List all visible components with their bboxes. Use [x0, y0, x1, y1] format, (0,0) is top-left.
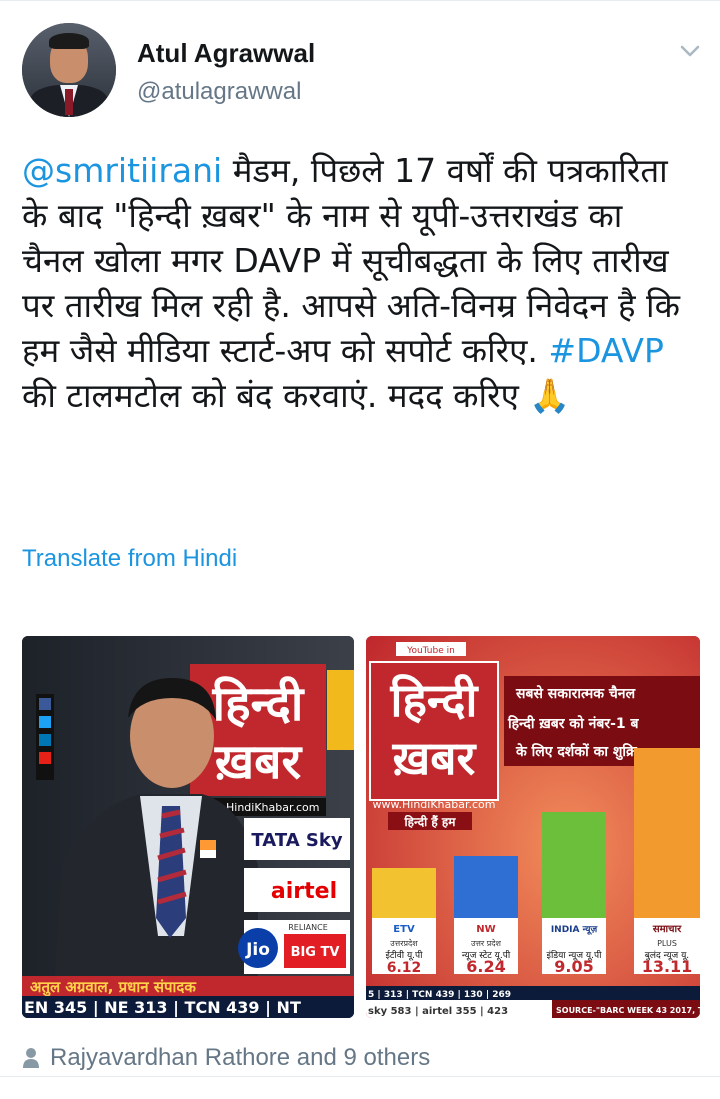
anchor-photo: हिन्दी ख़बर www.HindiKhabar.com TATA Sky… — [22, 636, 354, 1018]
bar-logo-samachar: समाचार — [652, 924, 682, 935]
hashtag-link[interactable]: #DAVP — [548, 331, 663, 370]
jio-text: Jio — [245, 940, 270, 960]
likes-row[interactable]: Rajyavardhan Rathore and 9 others — [22, 1044, 430, 1072]
source-text: SOURCE-"BARC WEEK 43 2017, TSV — [556, 1006, 700, 1015]
bar-value-etv: 6.12 — [387, 960, 422, 976]
ticker-text: 5 | 313 | TCN 439 | 130 | 269 — [368, 990, 511, 1000]
bottom-divider — [0, 1076, 720, 1077]
ticker-text: EN 345 | NE 313 | TCN 439 | NT — [24, 998, 301, 1018]
author-handle[interactable]: @atulagrawwal — [137, 78, 301, 106]
bigtv-text: BIG TV — [291, 945, 340, 960]
mention-link[interactable]: @smritiirani — [22, 151, 222, 190]
bar-logo-newsstate: NW — [476, 924, 495, 935]
headline-line3: के लिए दर्शकों का शुक्रि — [515, 743, 638, 761]
bar-logo-etv: ETV — [393, 924, 415, 935]
ticker-text-2: sky 583 | airtel 355 | 423 — [368, 1006, 508, 1017]
headline-line1: सबसे सकारात्मक चैनल — [515, 685, 636, 702]
top-icons-text: YouTube in — [406, 646, 455, 656]
airtel-text: airtel — [271, 879, 337, 904]
likes-text[interactable]: Rajyavardhan Rathore and 9 others — [50, 1044, 430, 1072]
reliance-text: RELIANCE — [288, 923, 328, 932]
avatar[interactable] — [22, 23, 116, 117]
chevron-down-icon[interactable] — [680, 44, 700, 58]
logo-url: www.HindiKhabar.com — [373, 798, 496, 811]
tweet-text: @smritiirani मैडम, पिछले 17 वर्षों की पत… — [22, 148, 692, 418]
top-divider — [0, 0, 720, 1]
bar-logo-indianews: INDIA न्यूज़ — [551, 925, 598, 935]
headline-line2: हिन्दी ख़बर को नंबर-1 ब — [507, 715, 640, 732]
tweet-image-right[interactable]: YouTube in हिन्दी ख़बर www.HindiKhabar.c… — [366, 636, 700, 1018]
logo-line1: हिन्दी — [212, 676, 305, 732]
tagline: हिन्दी हैं हम — [404, 815, 457, 829]
logo-line2: ख़बर — [214, 734, 304, 790]
folded-hands-emoji: 🙏 — [529, 376, 571, 415]
author-name[interactable]: Atul Agrawwal — [137, 38, 315, 69]
translate-link[interactable]: Translate from Hindi — [22, 545, 237, 573]
bar-value-indianews: 9.05 — [554, 957, 593, 976]
bar-value-newsstate: 6.24 — [466, 957, 505, 976]
ratings-infographic: YouTube in हिन्दी ख़बर www.HindiKhabar.c… — [366, 636, 700, 1018]
bar-sub-samachar: PLUS — [657, 939, 677, 948]
bar-sub-etv: उत्तरप्रदेश — [390, 938, 418, 948]
person-icon — [23, 1048, 39, 1068]
logo-line2: ख़बर — [392, 731, 478, 785]
tweet-text-part: की टालमटोल को बंद करवाएं. मदद करिए — [22, 376, 530, 415]
tatasky-text: TATA Sky — [251, 830, 342, 851]
logo-line1: हिन्दी — [390, 673, 480, 727]
anchor-caption: अतुल अग्रवाल, प्रधान संपादक — [30, 978, 197, 997]
bar-value-samachar: 13.11 — [642, 957, 693, 976]
tweet-image-left[interactable]: हिन्दी ख़बर www.HindiKhabar.com TATA Sky… — [22, 636, 354, 1018]
bar-sub-newsstate: उत्तर प्रदेश — [471, 938, 502, 948]
